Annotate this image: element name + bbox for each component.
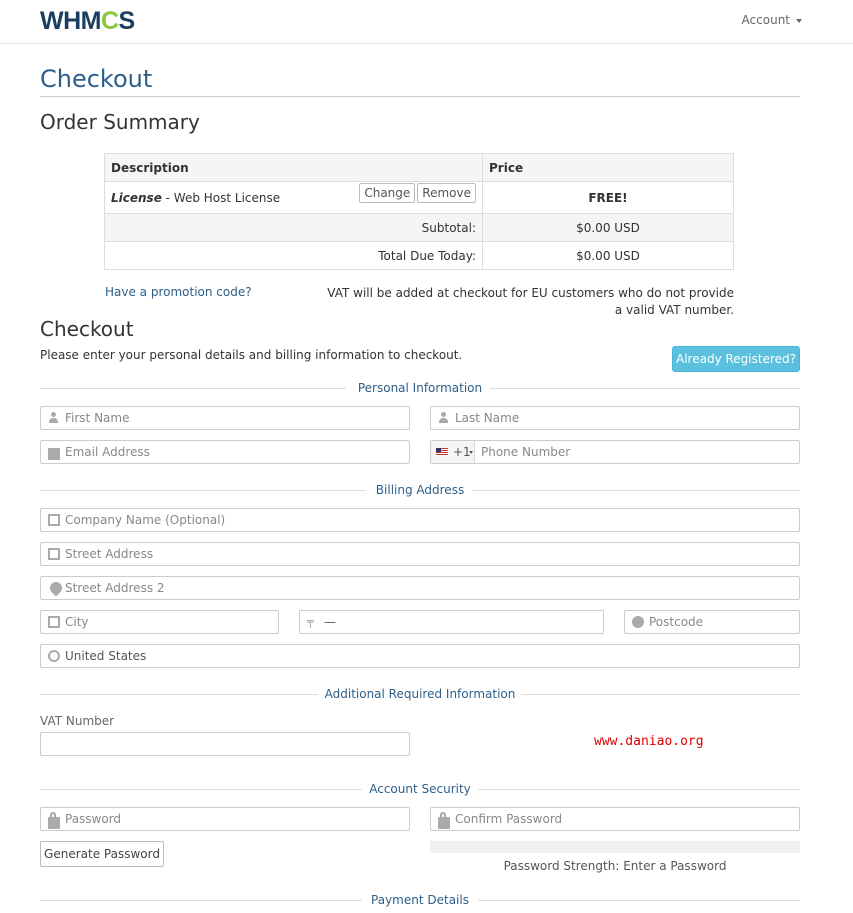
- vat-number-field[interactable]: [40, 732, 410, 756]
- email-input[interactable]: [65, 441, 405, 463]
- us-flag-icon: [436, 448, 448, 456]
- password-strength-text: Password Strength: Enter a Password: [503, 859, 727, 873]
- section-billing-address: Billing Address: [40, 483, 800, 497]
- first-name-field[interactable]: [40, 406, 410, 430]
- building-icon: [48, 616, 60, 628]
- section-payment-details: Payment Details: [40, 893, 800, 907]
- country-code-dropdown[interactable]: +1: [431, 441, 475, 463]
- building-icon: [48, 548, 60, 560]
- user-icon: [48, 412, 60, 424]
- email-field[interactable]: [40, 440, 410, 464]
- city-field[interactable]: [40, 610, 279, 634]
- checkout-title: Checkout: [40, 317, 134, 341]
- total-row: Total Due Today: $0.00 USD: [104, 241, 734, 270]
- total-value: $0.00 USD: [482, 241, 734, 270]
- phone-input[interactable]: [481, 441, 791, 463]
- street-address-field[interactable]: [40, 542, 800, 566]
- map-marker-icon: [47, 579, 65, 597]
- cog-icon: [632, 616, 644, 628]
- already-registered-button[interactable]: Already Registered?: [672, 346, 800, 372]
- first-name-input[interactable]: [65, 407, 405, 429]
- company-field[interactable]: [40, 508, 800, 532]
- change-button[interactable]: Change: [359, 182, 416, 203]
- phone-field[interactable]: +1: [430, 440, 800, 464]
- gear-icon: C: [100, 7, 119, 35]
- title-divider: [40, 96, 800, 97]
- confirm-password-input[interactable]: [455, 808, 795, 830]
- last-name-field[interactable]: [430, 406, 800, 430]
- account-label: Account: [741, 13, 790, 27]
- subtotal-value: $0.00 USD: [482, 213, 734, 242]
- page-title: Checkout: [40, 65, 153, 93]
- watermark-text: www.daniao.org: [594, 734, 704, 749]
- caret-down-icon: [469, 451, 473, 454]
- envelope-icon: [48, 448, 60, 460]
- section-account-security: Account Security: [40, 782, 800, 796]
- confirm-password-field[interactable]: [430, 807, 800, 831]
- section-additional-information: Additional Required Information: [40, 687, 800, 701]
- country-select[interactable]: United States: [40, 644, 800, 668]
- state-field[interactable]: ╤ —: [299, 610, 604, 634]
- street-address-input[interactable]: [65, 543, 795, 565]
- table-row: Change Remove License - Web Host License …: [104, 181, 734, 214]
- company-input[interactable]: [65, 509, 795, 531]
- state-value: —: [324, 615, 336, 629]
- globe-icon: [48, 650, 60, 662]
- column-description: Description: [104, 153, 483, 182]
- section-label: Personal Information: [357, 381, 483, 395]
- promo-code-link[interactable]: Have a promotion code?: [105, 285, 252, 299]
- lock-icon: [48, 812, 60, 829]
- password-field[interactable]: [40, 807, 410, 831]
- table-header-row: Description Price: [104, 153, 734, 182]
- subtotal-row: Subtotal: $0.00 USD: [104, 213, 734, 242]
- logo-text: WHM: [40, 7, 101, 35]
- vat-number-label: VAT Number: [40, 714, 115, 728]
- city-input[interactable]: [65, 611, 274, 633]
- street-address-2-field[interactable]: [40, 576, 800, 600]
- item-name: - Web Host License: [161, 190, 281, 205]
- section-label: Account Security: [369, 782, 471, 796]
- generate-password-button[interactable]: Generate Password: [40, 841, 164, 867]
- signpost-icon: ╤: [307, 615, 314, 628]
- postcode-input[interactable]: [649, 611, 795, 633]
- section-label: Billing Address: [375, 483, 465, 497]
- last-name-input[interactable]: [455, 407, 795, 429]
- logo-text-end: S: [118, 7, 136, 35]
- lock-icon: [438, 812, 450, 829]
- vat-note: VAT will be added at checkout for EU cus…: [327, 286, 734, 317]
- street-address-2-input[interactable]: [65, 577, 795, 599]
- account-menu[interactable]: Account: [742, 13, 802, 27]
- password-input[interactable]: [65, 808, 405, 830]
- country-value: United States: [65, 649, 147, 663]
- vat-number-input[interactable]: [47, 733, 387, 755]
- order-summary-table: Description Price Change Remove License -…: [104, 153, 734, 270]
- postcode-field[interactable]: [624, 610, 800, 634]
- remove-button[interactable]: Remove: [417, 182, 476, 203]
- subtotal-label: Subtotal:: [104, 213, 483, 242]
- section-personal-information: Personal Information: [40, 381, 800, 395]
- password-strength-bar: [430, 841, 800, 853]
- user-icon: [438, 412, 450, 424]
- total-label: Total Due Today:: [104, 241, 483, 270]
- section-label: Payment Details: [371, 893, 469, 907]
- column-price: Price: [482, 153, 734, 182]
- item-description-cell: Change Remove License - Web Host License: [104, 181, 483, 214]
- item-category: License: [111, 190, 162, 205]
- top-navbar: WHMCS Account: [0, 0, 853, 44]
- section-label: Additional Required Information: [324, 687, 516, 701]
- item-price: FREE!: [482, 181, 734, 214]
- caret-down-icon: [796, 18, 802, 23]
- checkout-intro: Please enter your personal details and b…: [40, 348, 463, 362]
- order-summary-title: Order Summary: [40, 110, 200, 134]
- building-icon: [48, 514, 60, 526]
- whmcs-logo[interactable]: WHMCS: [40, 7, 135, 36]
